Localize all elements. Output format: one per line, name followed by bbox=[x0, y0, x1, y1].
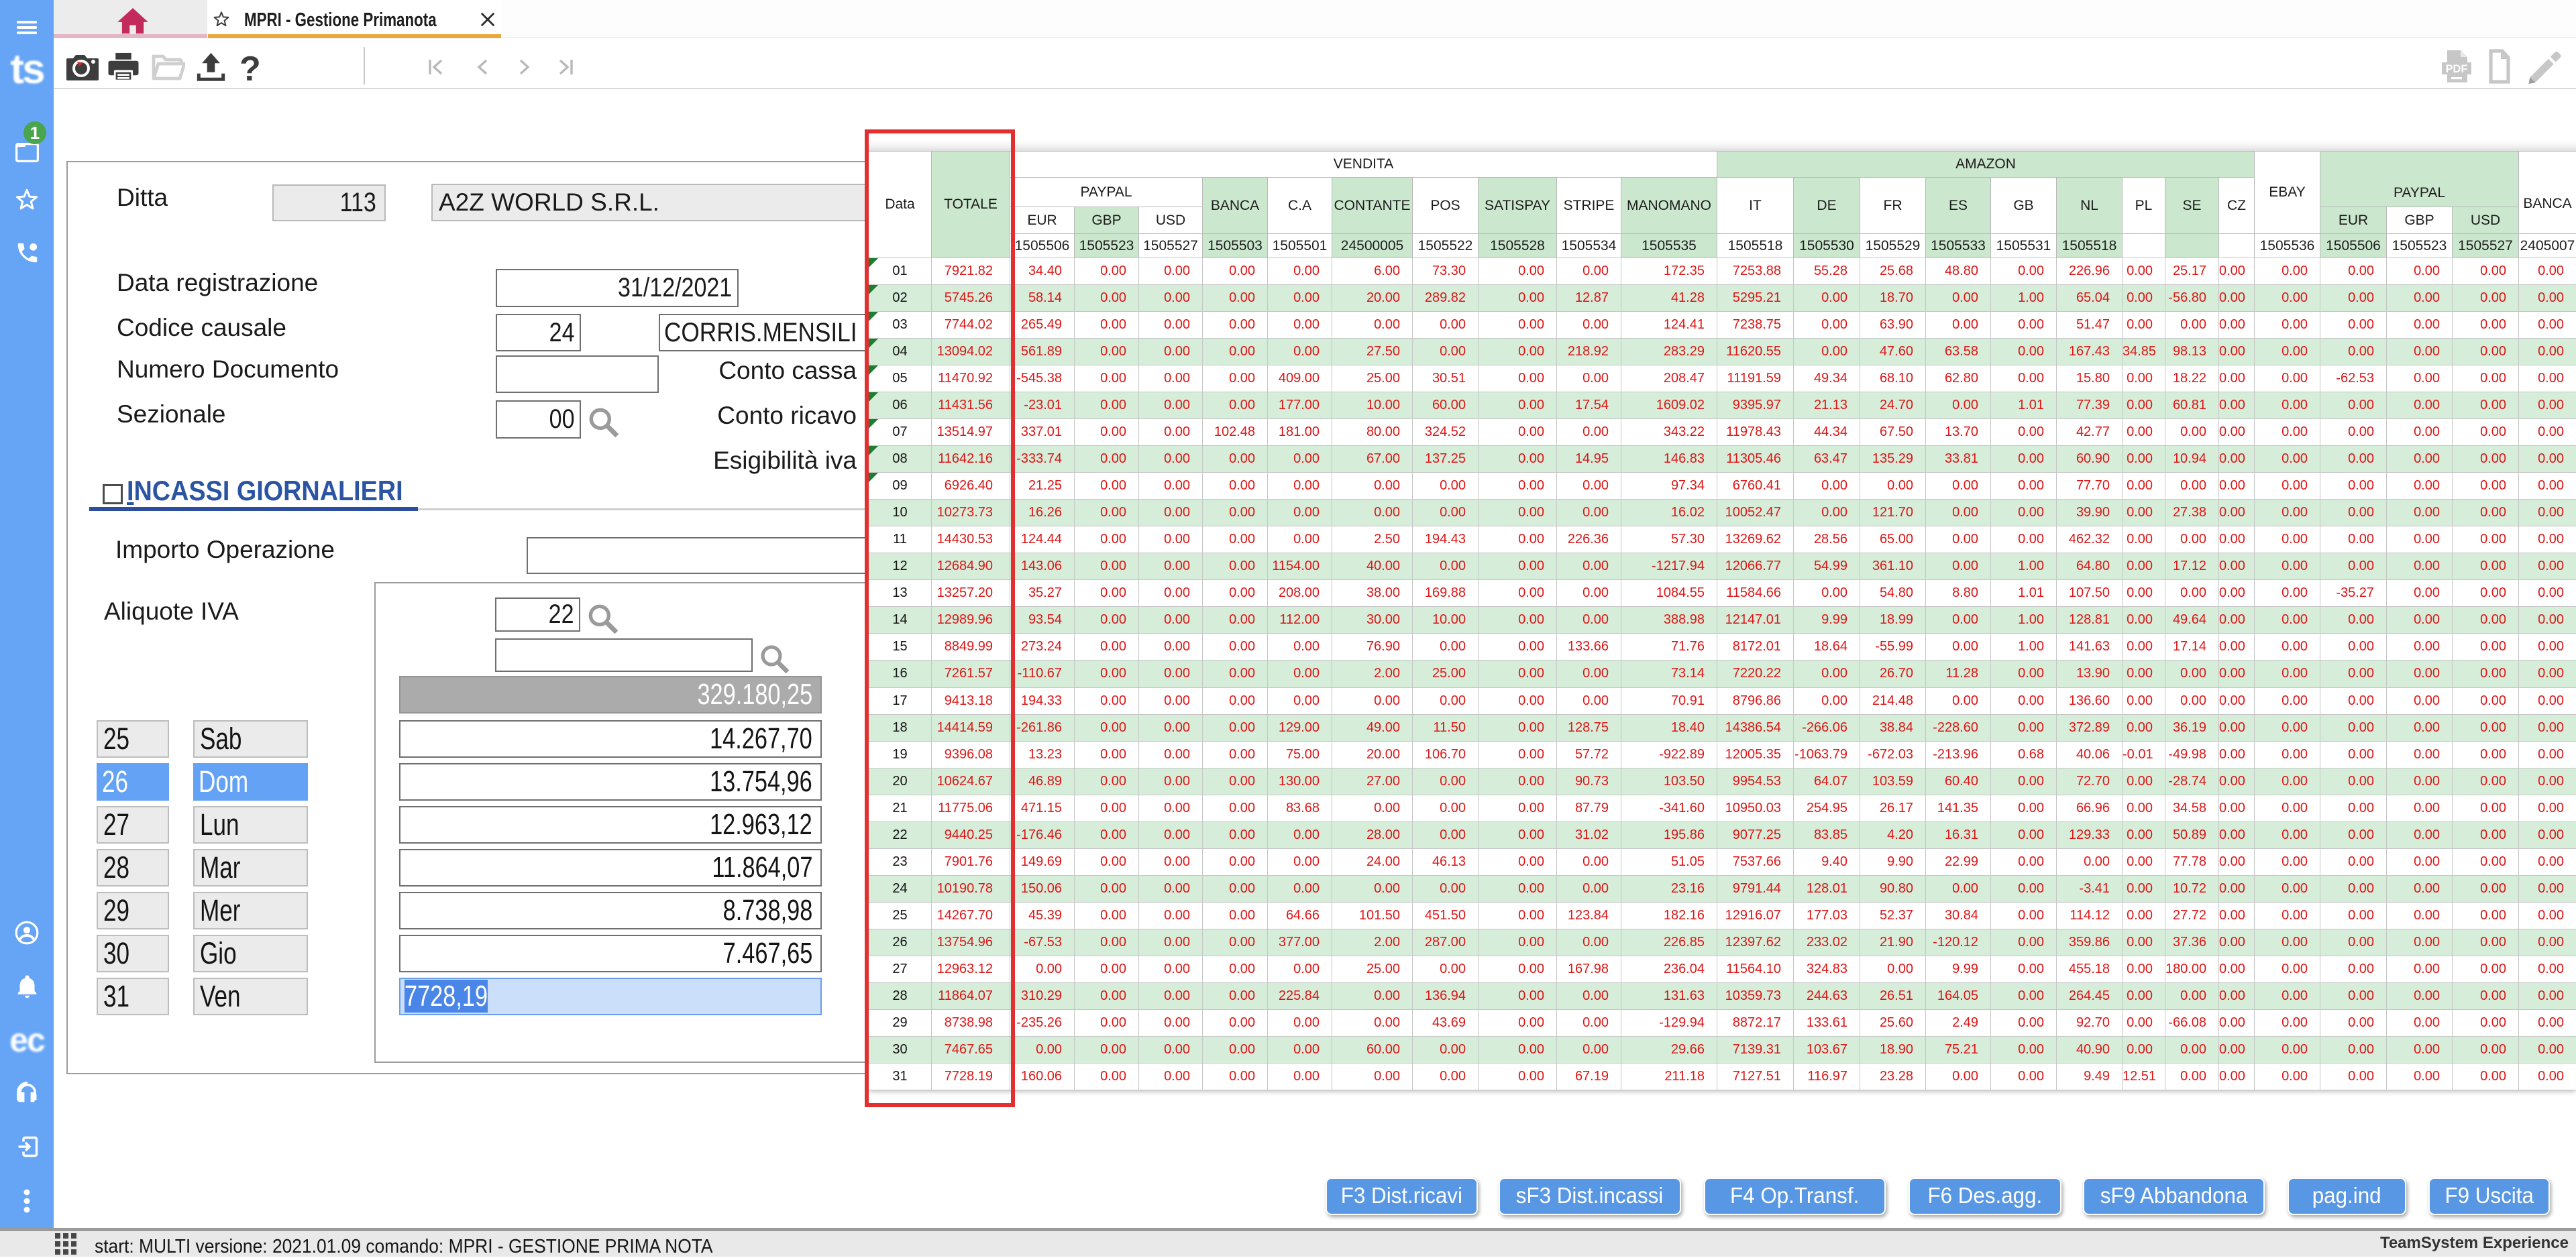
svg-text:PDF: PDF bbox=[2446, 63, 2468, 75]
